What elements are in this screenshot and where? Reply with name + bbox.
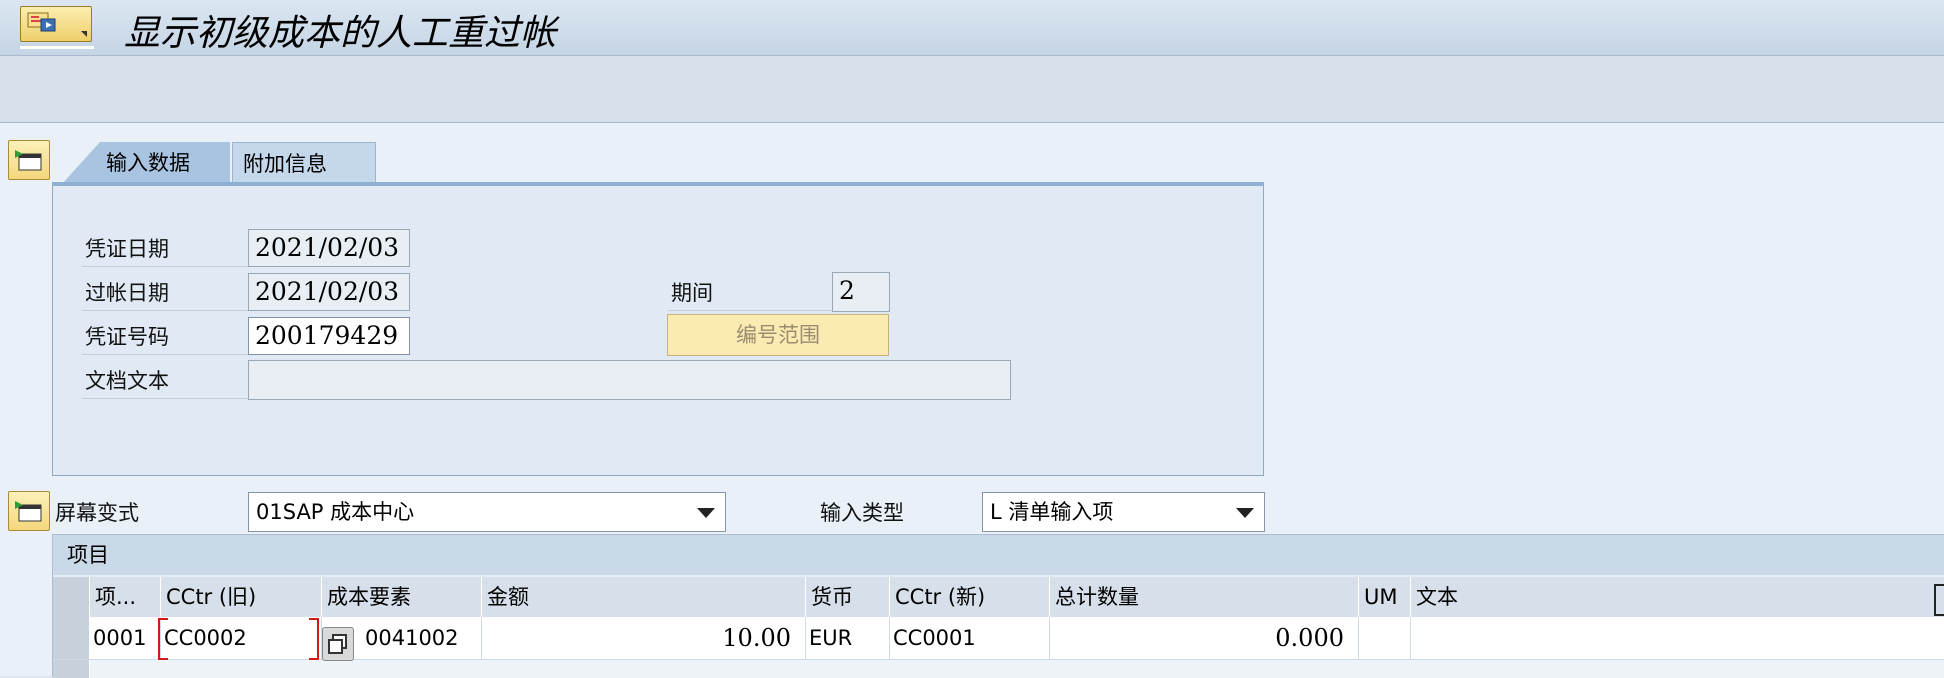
period-label: 期间 <box>671 281 713 305</box>
table-row-empty <box>53 659 1944 678</box>
input-type-value: L 清单输入项 <box>990 500 1114 524</box>
chevron-down-icon <box>81 31 87 37</box>
expand-panel-icon <box>15 150 42 171</box>
column-header[interactable]: 总计数量 <box>1050 577 1359 617</box>
table-title: 项目 <box>53 535 1944 575</box>
number-range-button[interactable]: 编号范围 <box>667 314 889 356</box>
item-cell[interactable]: 0001 <box>90 617 161 659</box>
cctr-new-cell[interactable]: CC0001 <box>890 617 1050 659</box>
divider <box>82 354 248 355</box>
table-header: 项... CCtr (旧) 成本要素 金额 货币 CCtr (新) 总计数量 U… <box>53 577 1944 617</box>
dropdown-caret-icon[interactable] <box>1236 508 1254 518</box>
column-header[interactable]: CCtr (旧) <box>161 577 322 617</box>
select-all-cell[interactable] <box>53 577 90 617</box>
title-bar: 显示初级成本的人工重过帐 <box>0 0 1944 56</box>
column-header[interactable]: CCtr (新) <box>890 577 1050 617</box>
error-bracket-right <box>309 618 319 660</box>
doc-number-field[interactable]: 200179429 <box>248 317 410 355</box>
cctr-old-cell[interactable]: CC0002 <box>161 617 322 659</box>
menu-underline <box>20 46 94 49</box>
copy-icon <box>328 634 347 654</box>
sap-menu-icon <box>27 12 56 32</box>
screen-variant-value: 01SAP 成本中心 <box>256 500 415 524</box>
divider <box>82 310 248 311</box>
amount-cell[interactable]: 10.00 <box>482 617 806 659</box>
column-header[interactable]: 成本要素 <box>322 577 482 617</box>
screen-variant-select[interactable]: 01SAP 成本中心 <box>248 492 726 532</box>
text-cell[interactable] <box>1411 617 1944 659</box>
divider <box>668 310 832 311</box>
input-type-label: 输入类型 <box>820 501 904 525</box>
divider <box>82 398 248 399</box>
expand-header-button[interactable] <box>8 140 50 180</box>
doc-number-label: 凭证号码 <box>85 325 169 349</box>
doc-date-label: 凭证日期 <box>85 237 169 261</box>
doc-text-field[interactable] <box>248 360 1011 400</box>
currency-cell[interactable]: EUR <box>806 617 890 659</box>
column-header[interactable]: 项... <box>90 577 161 617</box>
dropdown-caret-icon[interactable] <box>697 508 715 518</box>
screen-variant-label: 屏幕变式 <box>55 501 139 525</box>
expand-panel-icon <box>15 501 42 522</box>
column-header[interactable]: 文本 <box>1411 577 1944 617</box>
doc-date-field[interactable]: 2021/02/03 <box>248 229 410 267</box>
um-cell[interactable] <box>1359 617 1411 659</box>
input-type-select[interactable]: L 清单输入项 <box>982 492 1265 532</box>
row-selector[interactable] <box>53 617 90 659</box>
sap-menu-button[interactable] <box>20 6 92 42</box>
period-field[interactable]: 2 <box>832 272 890 312</box>
header-panel <box>52 182 1264 476</box>
posting-date-field[interactable]: 2021/02/03 <box>248 273 410 311</box>
row-selector[interactable] <box>53 660 90 678</box>
column-header[interactable]: 货币 <box>806 577 890 617</box>
expand-table-button[interactable] <box>8 491 50 531</box>
doc-text-label: 文档文本 <box>85 369 169 393</box>
divider <box>82 266 248 267</box>
column-header[interactable]: UM <box>1359 577 1411 617</box>
quantity-cell[interactable]: 0.000 <box>1050 617 1359 659</box>
application-toolbar <box>0 56 1944 123</box>
page-title: 显示初级成本的人工重过帐 <box>124 13 557 54</box>
error-bracket-left <box>158 618 168 660</box>
tab-additional-info[interactable]: 附加信息 <box>232 142 376 184</box>
table-scroll-edge[interactable] <box>1934 584 1944 616</box>
copy-button[interactable] <box>322 627 354 661</box>
column-header[interactable]: 金额 <box>482 577 806 617</box>
posting-date-label: 过帐日期 <box>85 281 169 305</box>
